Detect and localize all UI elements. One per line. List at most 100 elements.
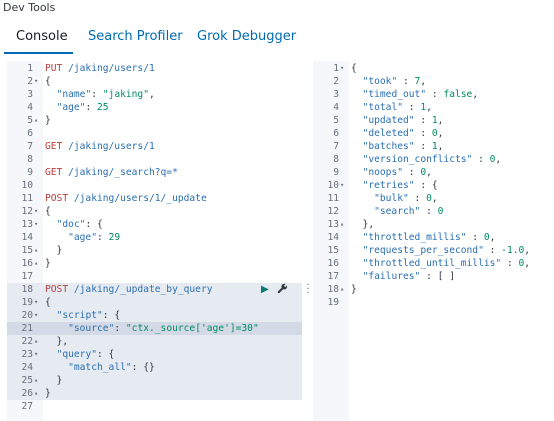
code-line[interactable]: 15 "requests_per_second" : -1.0, — [313, 244, 554, 257]
token-punc — [45, 323, 68, 334]
token-key: "deleted" — [362, 128, 415, 139]
token-key: "timed_out" — [362, 89, 427, 100]
code-line[interactable]: 8 "version_conflicts" : 0, — [313, 153, 554, 166]
code-line[interactable]: 18 POST /jaking/_update_by_query — [7, 283, 302, 296]
fold-open-icon[interactable]: ▾ — [34, 205, 42, 218]
fold-open-icon[interactable]: ▾ — [340, 179, 348, 192]
code-line[interactable]: 18 ▴} — [313, 283, 554, 296]
code-line[interactable]: 16 ▴} — [7, 257, 302, 270]
token-key: "batches" — [362, 141, 415, 152]
fold-open-icon[interactable]: ▾ — [34, 309, 42, 322]
fold-open-icon[interactable]: ▾ — [34, 75, 42, 88]
token-num: 0 — [437, 206, 444, 217]
play-icon[interactable]: ▶ — [261, 283, 271, 296]
request-editor[interactable]: 1 PUT /jaking/users/1 2 ▾{3 "name": "jaking… — [7, 61, 302, 421]
resizer-handle-icon[interactable]: · · · — [305, 281, 311, 299]
code-line[interactable]: 21 "source": "ctx._source['age']=30" — [7, 322, 302, 335]
fold-close-icon[interactable]: ▴ — [34, 387, 42, 400]
token-punc: : { — [85, 219, 103, 230]
token-key: "bulk" — [374, 193, 409, 204]
fold-close-icon[interactable]: ▴ — [34, 244, 42, 257]
code-line[interactable]: 20 ▾ "script": { — [7, 309, 302, 322]
code-line[interactable]: 2 "took" : 7, — [313, 75, 554, 88]
code-line[interactable]: 11 POST /jaking/users/1/_update — [7, 192, 302, 205]
code-line[interactable]: 27 — [7, 400, 302, 413]
response-viewer[interactable]: 1 ▾{2 "took" : 7, 3 "timed_out" : false, 4 … — [313, 61, 554, 421]
token-punc — [45, 219, 57, 230]
code-line[interactable]: 4 "total" : 1, — [313, 101, 554, 114]
code-line[interactable]: 17 — [7, 270, 302, 283]
code-line[interactable]: 1 ▾{ — [313, 62, 554, 75]
code-text: } — [45, 387, 51, 400]
code-line[interactable]: 26 ▴} — [7, 387, 302, 400]
code-line[interactable]: 10 ▾ "retries" : { — [313, 179, 554, 192]
wrench-icon[interactable] — [277, 283, 289, 296]
token-key: "retries" — [362, 180, 415, 191]
code-line[interactable]: 3 "timed_out" : false, — [313, 88, 554, 101]
code-line[interactable]: 23 ▾ "query": { — [7, 348, 302, 361]
token-punc: : — [91, 89, 103, 100]
token-punc — [351, 206, 374, 217]
code-line[interactable]: 4 "age": 25 — [7, 101, 302, 114]
code-line[interactable]: 12 ▾{ — [7, 205, 302, 218]
code-line[interactable]: 2 ▾{ — [7, 75, 302, 88]
code-line[interactable]: 5 "updated" : 1, — [313, 114, 554, 127]
code-line[interactable]: 8 — [7, 153, 302, 166]
token-key: "search" — [374, 206, 421, 217]
code-line[interactable]: 17 "failures" : [ ] — [313, 270, 554, 283]
app-title: Dev Tools — [3, 1, 56, 14]
code-line[interactable]: 1 PUT /jaking/users/1 — [7, 62, 302, 75]
code-line[interactable]: 13 ▴ }, — [313, 218, 554, 231]
fold-open-icon[interactable]: ▾ — [340, 62, 348, 75]
code-line[interactable]: 13 ▾ "doc": { — [7, 218, 302, 231]
line-number: 2 — [27, 76, 33, 87]
token-punc — [351, 258, 363, 269]
tab-console[interactable]: Console — [16, 22, 68, 56]
fold-close-icon[interactable]: ▴ — [34, 335, 42, 348]
tab-grok-debugger[interactable]: Grok Debugger — [197, 22, 296, 56]
fold-close-icon[interactable]: ▴ — [34, 114, 42, 127]
code-line[interactable]: 22 ▴ }, — [7, 335, 302, 348]
code-line[interactable]: 7 "batches" : 1, — [313, 140, 554, 153]
fold-open-icon[interactable]: ▾ — [34, 348, 42, 361]
code-line[interactable]: 6 — [7, 127, 302, 140]
code-line[interactable]: 9 "noops" : 0, — [313, 166, 554, 179]
fold-open-icon[interactable]: ▾ — [34, 218, 42, 231]
code-line[interactable]: 6 "deleted" : 0, — [313, 127, 554, 140]
code-line[interactable]: 5 ▴} — [7, 114, 302, 127]
fold-open-icon[interactable]: ▾ — [34, 296, 42, 309]
token-url: /jaking/_update_by_query — [68, 284, 213, 295]
code-text: "total" : 1, — [351, 101, 432, 114]
token-punc: : {} — [131, 362, 155, 373]
code-line[interactable]: 14 "throttled_millis" : 0, — [313, 231, 554, 244]
token-url: /jaking/users/1/_update — [68, 193, 207, 204]
token-punc: : — [472, 154, 490, 165]
fold-close-icon[interactable]: ▴ — [34, 257, 42, 270]
fold-close-icon[interactable]: ▴ — [340, 283, 348, 296]
code-line[interactable]: 19 — [313, 296, 554, 309]
line-number: 18 — [327, 284, 339, 295]
code-line[interactable]: 19 ▾{ — [7, 296, 302, 309]
code-line[interactable]: 14 "age": 29 — [7, 231, 302, 244]
token-punc: : { — [414, 180, 438, 191]
code-line[interactable]: 24 "match_all": {} — [7, 361, 302, 374]
code-line[interactable]: 11 "bulk" : 0, — [313, 192, 554, 205]
fold-close-icon[interactable]: ▴ — [34, 374, 42, 387]
code-line[interactable]: 10 — [7, 179, 302, 192]
fold-close-icon[interactable]: ▴ — [340, 218, 348, 231]
code-line[interactable]: 15 ▴ } — [7, 244, 302, 257]
code-text: POST /jaking/_update_by_query — [45, 283, 213, 296]
token-method: POST — [45, 284, 69, 295]
code-line[interactable]: 12 "search" : 0 — [313, 205, 554, 218]
line-number: 14 — [21, 232, 33, 243]
code-line[interactable]: 25 ▴ } — [7, 374, 302, 387]
code-line[interactable]: 9 GET /jaking/_search?q=* — [7, 166, 302, 179]
tab-search-profiler[interactable]: Search Profiler — [88, 22, 183, 56]
line-number: 14 — [327, 232, 339, 243]
panel-resizer[interactable] — [303, 61, 312, 421]
code-line[interactable]: 3 "name": "jaking", — [7, 88, 302, 101]
code-line[interactable]: 16 "throttled_until_millis" : 0, — [313, 257, 554, 270]
token-key: "doc" — [56, 219, 86, 230]
token-key: "throttled_until_millis" — [362, 258, 502, 269]
code-line[interactable]: 7 GET /jaking/users/1 — [7, 140, 302, 153]
